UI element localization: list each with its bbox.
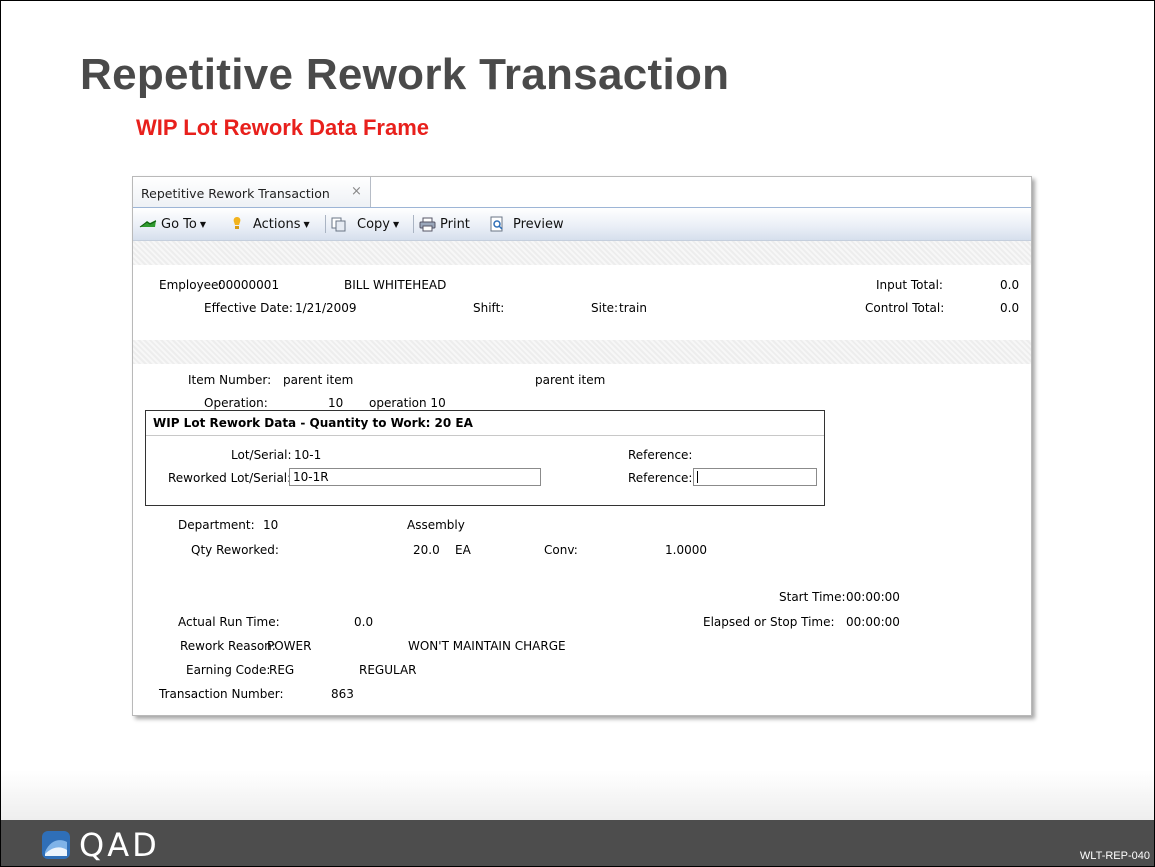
employee-id: 00000001: [218, 278, 280, 292]
actions-button[interactable]: Actions ▼: [231, 208, 310, 240]
conv-value: 1.0000: [665, 543, 707, 557]
reference-input-label: Reference:: [628, 471, 693, 485]
qad-logo: QAD: [41, 826, 160, 864]
earning-code-value: REG: [269, 663, 295, 677]
qty-reworked-label: Qty Reworked:: [191, 543, 279, 557]
reworked-lot-serial-value: 10-1R: [293, 470, 329, 484]
document-code: WLT-REP-040: [1079, 850, 1150, 862]
actual-run-time-value: 0.0: [354, 615, 374, 629]
tab-label: Repetitive Rework Transaction: [141, 186, 330, 201]
department-label: Department:: [178, 518, 255, 532]
conv-label: Conv:: [544, 543, 578, 557]
control-total-label: Control Total:: [865, 301, 945, 315]
chevron-down-icon: ▼: [303, 219, 310, 229]
footer-bar: QAD WLT-REP-040: [1, 820, 1154, 866]
frame-divider: [146, 435, 824, 436]
earning-code-description: REGULAR: [359, 663, 417, 677]
control-total-value: 0.0: [1000, 301, 1020, 315]
shift-label: Shift:: [473, 301, 505, 315]
operation-description: operation 10: [369, 396, 446, 410]
item-number-label: Item Number:: [188, 373, 272, 387]
qad-logo-icon: [42, 831, 70, 859]
section-band: [133, 340, 1031, 364]
toolbar: Go To ▼ Actions ▼ Copy ▼ Print Preview: [133, 208, 1031, 241]
qty-unit: EA: [455, 543, 471, 557]
print-button[interactable]: Print: [419, 208, 470, 240]
site-value: train: [619, 301, 647, 315]
elapsed-time-label: Elapsed or Stop Time:: [703, 615, 835, 629]
start-time-label: Start Time:: [779, 590, 846, 604]
qad-logo-text: QAD: [79, 826, 160, 864]
tab-strip: Repetitive Rework Transaction ×: [133, 177, 1031, 208]
actual-run-time-label: Actual Run Time:: [178, 615, 280, 629]
preview-icon: [490, 216, 503, 232]
preview-button[interactable]: Preview: [489, 208, 564, 240]
close-icon[interactable]: ×: [351, 184, 362, 199]
operation-value: 10: [328, 396, 344, 410]
transaction-number-label: Transaction Number:: [159, 687, 284, 701]
print-label: Print: [440, 216, 470, 232]
reworked-lot-serial-label: Reworked Lot/Serial:: [168, 471, 292, 485]
preview-label: Preview: [513, 216, 564, 232]
copy-label: Copy: [357, 216, 390, 232]
operation-label: Operation:: [204, 396, 268, 410]
goto-arrow-icon: [139, 220, 157, 228]
department-description: Assembly: [407, 518, 465, 532]
employee-name: BILL WHITEHEAD: [344, 278, 447, 292]
site-label: Site:: [591, 301, 619, 315]
reworked-lot-serial-input[interactable]: 10-1R: [289, 468, 541, 486]
rework-reason-label: Rework Reason:: [180, 639, 276, 653]
rework-reason-description: WON'T MAINTAIN CHARGE: [408, 639, 566, 653]
earning-code-label: Earning Code:: [186, 663, 271, 677]
footer-fade: [1, 770, 1154, 820]
slide-title: Repetitive Rework Transaction: [80, 50, 730, 99]
app-window: Repetitive Rework Transaction × Go To ▼ …: [132, 176, 1032, 716]
section-band: [133, 241, 1031, 265]
lot-serial-value: 10-1: [294, 448, 322, 462]
transaction-number-value: 863: [331, 687, 354, 701]
wip-lot-rework-frame: WIP Lot Rework Data - Quantity to Work: …: [145, 410, 825, 506]
employee-label: Employee:: [159, 278, 223, 292]
reference-label: Reference:: [628, 448, 693, 462]
qty-reworked-value: 20.0: [413, 543, 440, 557]
tab-repetitive-rework[interactable]: Repetitive Rework Transaction ×: [133, 177, 371, 207]
slide-subtitle: WIP Lot Rework Data Frame: [136, 115, 429, 140]
copy-button[interactable]: Copy ▼: [331, 208, 399, 240]
print-icon: [419, 217, 436, 231]
item-description: parent item: [535, 373, 606, 387]
toolbar-divider: [413, 215, 414, 233]
item-number-value: parent item: [283, 373, 354, 387]
elapsed-time-value: 00:00:00: [846, 615, 900, 629]
rework-reason-value: POWER: [267, 639, 312, 653]
actions-bulb-icon: [233, 217, 241, 229]
reference-input[interactable]: [693, 468, 817, 486]
actions-label: Actions: [253, 216, 301, 232]
effective-date-label: Effective Date:: [204, 301, 293, 315]
department-value: 10: [263, 518, 279, 532]
chevron-down-icon: ▼: [199, 219, 207, 229]
input-total-label: Input Total:: [876, 278, 943, 292]
goto-label: Go To: [161, 216, 197, 232]
toolbar-divider: [325, 215, 326, 233]
lot-serial-label: Lot/Serial:: [231, 448, 292, 462]
start-time-value: 00:00:00: [846, 590, 900, 604]
effective-date-value: 1/21/2009: [295, 301, 357, 315]
chevron-down-icon: ▼: [392, 219, 400, 229]
copy-icon: [331, 217, 346, 231]
goto-button[interactable]: Go To ▼: [139, 208, 206, 240]
input-total-value: 0.0: [1000, 278, 1020, 292]
text-cursor: [697, 471, 698, 483]
frame-title: WIP Lot Rework Data - Quantity to Work: …: [153, 416, 473, 430]
